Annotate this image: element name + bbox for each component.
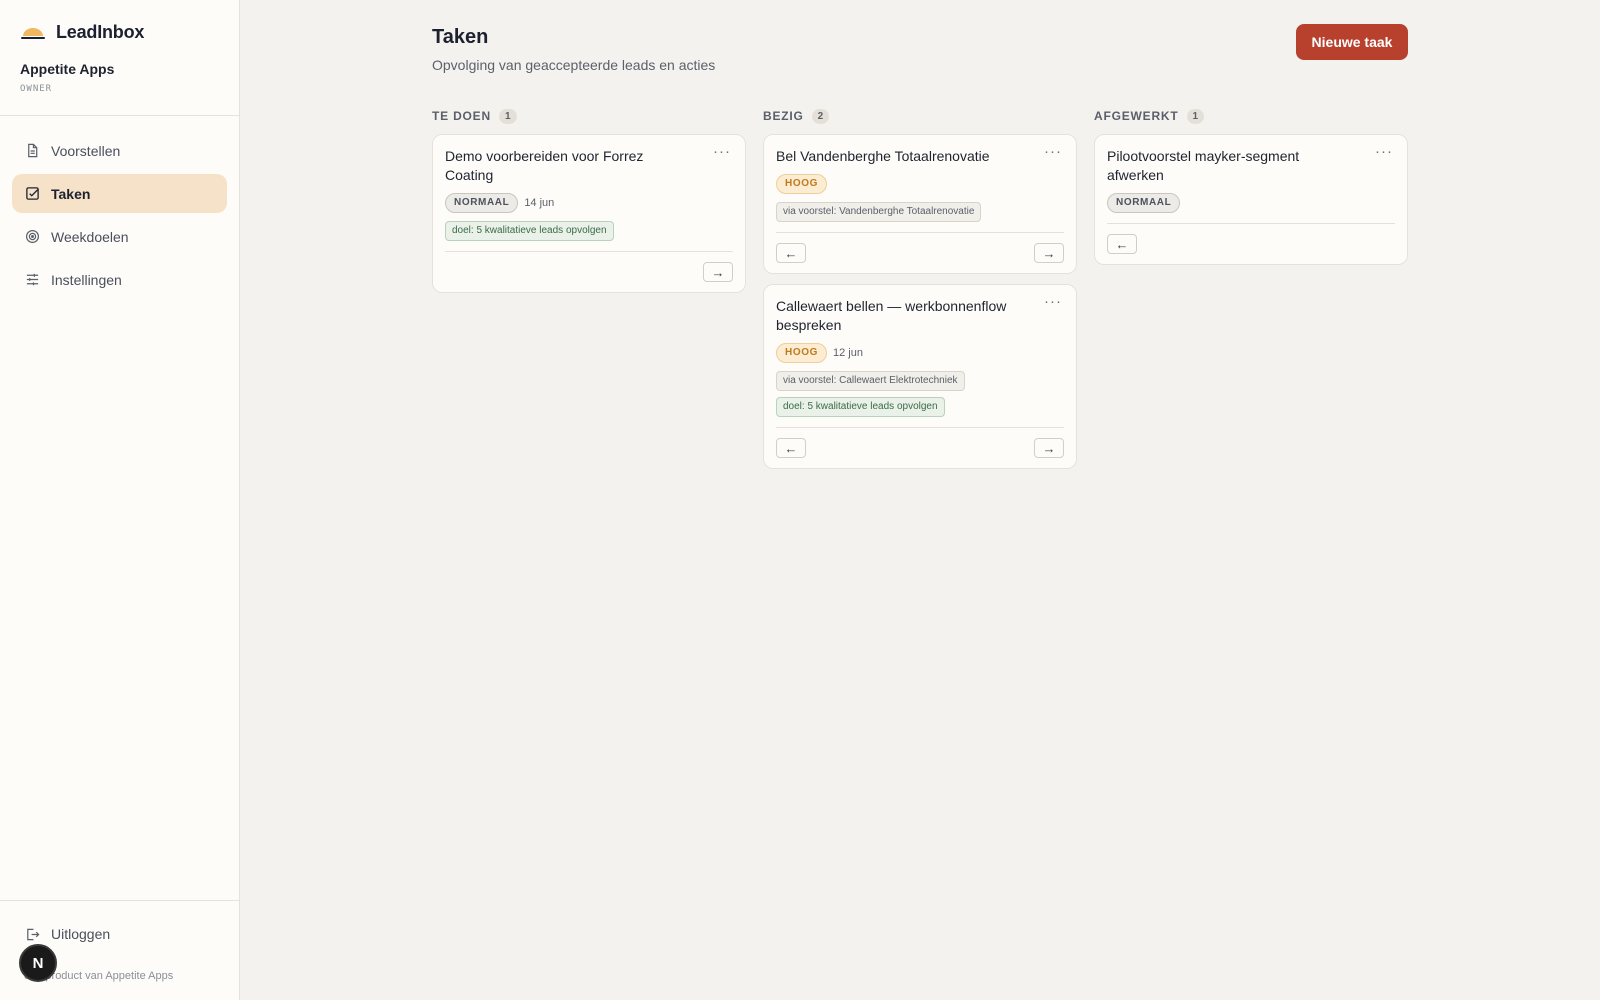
priority-badge: HOOG — [776, 174, 827, 194]
column-bezig: BEZIG 2 Bel Vandenberghe Totaalrenovatie… — [763, 104, 1077, 479]
new-task-button[interactable]: Nieuwe taak — [1296, 24, 1408, 60]
task-title: Demo voorbereiden voor Forrez Coating — [445, 148, 644, 183]
more-options-icon[interactable]: ··· — [1044, 144, 1062, 159]
sidebar-item-instellingen[interactable]: Instellingen — [12, 260, 227, 299]
avatar[interactable]: N — [19, 944, 57, 982]
sidebar-item-label: Taken — [51, 185, 91, 202]
target-icon — [24, 229, 40, 245]
logout-icon — [24, 926, 40, 942]
column-afgewerkt: AFGEWERKT 1 Pilootvoorstel mayker-segmen… — [1094, 104, 1408, 275]
card-actions: ← — [1107, 223, 1395, 254]
sidebar-bottom-divider — [0, 900, 239, 901]
sidebar-item-label: Weekdoelen — [51, 228, 129, 245]
sidebar-item-voorstellen[interactable]: Voorstellen — [12, 131, 227, 170]
sunrise-logo-icon — [20, 25, 46, 41]
column-title: BEZIG — [763, 109, 804, 123]
logout-label: Uitloggen — [51, 926, 111, 942]
priority-badge: NORMAAL — [1107, 193, 1181, 213]
move-right-button[interactable]: → — [703, 262, 733, 282]
task-title: Callewaert bellen — werkbonnenflow bespr… — [776, 298, 1007, 333]
sidebar-item-weekdoelen[interactable]: Weekdoelen — [12, 217, 227, 256]
column-header: AFGEWERKT 1 — [1094, 104, 1408, 128]
sidebar-item-taken[interactable]: Taken — [12, 174, 227, 213]
org-role: OWNER — [20, 84, 53, 94]
task-tags: via voorstel: Vandenberghe Totaalrenovat… — [776, 194, 1064, 222]
more-options-icon[interactable]: ··· — [713, 144, 731, 159]
task-card[interactable]: Pilootvoorstel mayker-segment afwerken ·… — [1094, 134, 1408, 265]
page-subtitle: Opvolging van geaccepteerde leads en act… — [432, 57, 716, 73]
move-right-button[interactable]: → — [1034, 243, 1064, 263]
column-te-doen: TE DOEN 1 Demo voorbereiden voor Forrez … — [432, 104, 746, 303]
card-actions: ← → — [776, 232, 1064, 263]
task-card[interactable]: Bel Vandenberghe Totaalrenovatie ··· HOO… — [763, 134, 1077, 274]
card-actions: → — [445, 251, 733, 282]
column-header: TE DOEN 1 — [432, 104, 746, 128]
sidebar-divider — [0, 115, 239, 116]
task-meta: NORMAAL 14 jun — [445, 193, 733, 213]
task-card[interactable]: Demo voorbereiden voor Forrez Coating ··… — [432, 134, 746, 293]
more-options-icon[interactable]: ··· — [1044, 294, 1062, 309]
sliders-icon — [24, 272, 40, 288]
goal-tag[interactable]: doel: 5 kwalitatieve leads opvolgen — [776, 397, 945, 417]
priority-badge: NORMAAL — [445, 193, 519, 213]
goal-tag[interactable]: doel: 5 kwalitatieve leads opvolgen — [445, 221, 614, 241]
column-count-badge: 1 — [1186, 108, 1205, 124]
task-title: Pilootvoorstel mayker-segment afwerken — [1107, 148, 1300, 183]
move-right-button[interactable]: → — [1034, 438, 1064, 458]
task-card[interactable]: Callewaert bellen — werkbonnenflow bespr… — [763, 284, 1077, 469]
column-count-badge: 2 — [811, 108, 830, 124]
checkbox-icon — [24, 186, 40, 202]
task-title: Bel Vandenberghe Totaalrenovatie — [776, 148, 990, 164]
sidebar: LeadInbox Appetite Apps OWNER Voorstelle… — [0, 0, 240, 1000]
due-date: 14 jun — [524, 197, 555, 209]
move-left-button[interactable]: ← — [776, 243, 806, 263]
column-title: AFGEWERKT — [1094, 109, 1179, 123]
column-header: BEZIG 2 — [763, 104, 1077, 128]
sidebar-item-label: Voorstellen — [51, 142, 121, 159]
via-proposal-tag[interactable]: via voorstel: Vandenberghe Totaalrenovat… — [776, 202, 982, 222]
logout-button[interactable]: Uitloggen — [24, 926, 110, 942]
task-tags: via voorstel: Callewaert Elektrotechniek… — [776, 363, 1064, 417]
column-count-badge: 1 — [498, 108, 517, 124]
column-title: TE DOEN — [432, 109, 491, 123]
due-date: 12 jun — [832, 347, 863, 359]
task-meta: HOOG 12 jun — [776, 343, 1064, 363]
brand-name: LeadInbox — [56, 22, 145, 42]
task-meta: NORMAAL — [1107, 193, 1395, 213]
page-title: Taken — [432, 26, 489, 48]
move-left-button[interactable]: ← — [1107, 234, 1137, 254]
sidebar-nav: Voorstellen Taken Weekdoelen Instellinge… — [12, 131, 227, 303]
priority-badge: HOOG — [776, 343, 827, 363]
move-left-button[interactable]: ← — [776, 438, 806, 458]
document-icon — [24, 143, 40, 159]
more-options-icon[interactable]: ··· — [1375, 144, 1393, 159]
task-meta: HOOG — [776, 174, 1064, 194]
org-name: Appetite Apps — [20, 61, 115, 77]
sidebar-item-label: Instellingen — [51, 271, 122, 288]
via-proposal-tag[interactable]: via voorstel: Callewaert Elektrotechniek — [776, 371, 965, 391]
task-tags: doel: 5 kwalitatieve leads opvolgen — [445, 213, 733, 241]
card-actions: ← → — [776, 427, 1064, 458]
brand[interactable]: LeadInbox — [20, 22, 144, 43]
